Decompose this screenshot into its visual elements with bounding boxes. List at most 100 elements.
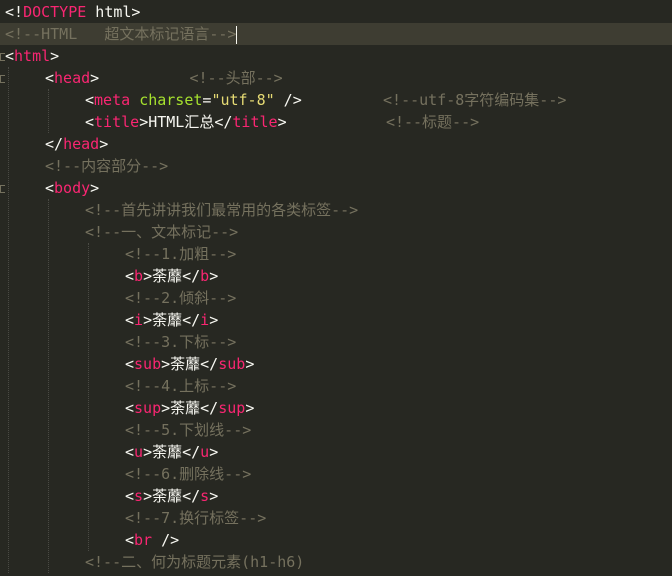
code-line-content: <s>荼蘼</s> <box>125 485 218 507</box>
code-line[interactable]: <meta charset="utf-8" /> <!--utf-8字符编码集-… <box>0 89 672 111</box>
code-line-content: <!--3.下标--> <box>125 331 236 353</box>
punctuation-token: >荼蘼</ <box>143 267 201 285</box>
code-line[interactable]: <!--内容部分--> <box>0 155 672 177</box>
code-line[interactable]: <html> <box>0 45 672 67</box>
code-line-content: <!--6.删除线--> <box>125 463 251 485</box>
code-line-content: <!--内容部分--> <box>45 155 168 177</box>
code-line[interactable]: <!--1.加粗--> <box>0 243 672 265</box>
code-line-content: <title>HTML汇总</title> <!--标题--> <box>85 111 479 133</box>
code-line[interactable]: <!--一、文本标记--> <box>0 221 672 243</box>
code-line[interactable]: <sub>荼蘼</sub> <box>0 353 672 375</box>
indent-guide <box>88 243 89 551</box>
code-line[interactable]: <u>荼蘼</u> <box>0 441 672 463</box>
punctuation-token: < <box>125 531 135 549</box>
tag-name-token: head <box>63 135 100 153</box>
comment-token: <!--2.倾斜--> <box>125 289 237 307</box>
punctuation-token: > <box>50 47 60 65</box>
comment-token: <!--1.加粗--> <box>125 245 237 263</box>
punctuation-token: > <box>209 267 219 285</box>
fold-marker-icon[interactable] <box>0 75 5 83</box>
code-line-content: <sub>荼蘼</sub> <box>125 353 254 375</box>
punctuation-token: < <box>125 443 135 461</box>
tag-name-token: u <box>134 443 144 461</box>
punctuation-token: < <box>125 399 135 417</box>
punctuation-token: > <box>209 311 219 329</box>
punctuation-token: < <box>85 91 95 109</box>
punctuation-token: < <box>125 267 135 285</box>
code-line[interactable]: <!--2.倾斜--> <box>0 287 672 309</box>
code-line[interactable]: <title>HTML汇总</title> <!--标题--> <box>0 111 672 133</box>
code-line[interactable]: <!--HTML 超文本标记语言--> <box>0 23 672 45</box>
tag-name-token: sub <box>134 355 162 373</box>
comment-token: <!--4.上标--> <box>125 377 237 395</box>
code-line[interactable]: <i>荼蘼</i> <box>0 309 672 331</box>
punctuation-token <box>287 113 386 131</box>
code-line[interactable]: <!DOCTYPE html> <box>0 1 672 23</box>
code-line-content: <body> <box>45 177 99 199</box>
code-line-content: <sup>荼蘼</sup> <box>125 397 254 419</box>
code-line[interactable]: </head> <box>0 133 672 155</box>
tag-name-token: s <box>134 487 144 505</box>
punctuation-token: > <box>277 113 287 131</box>
punctuation-token: > <box>209 487 219 505</box>
tag-name-token: title <box>232 113 278 131</box>
code-line[interactable]: <sup>荼蘼</sup> <box>0 397 672 419</box>
tag-name-token: s <box>200 487 210 505</box>
comment-token: <!--头部--> <box>189 69 283 87</box>
code-line-content: <!--一、文本标记--> <box>85 221 238 243</box>
punctuation-token: > <box>90 179 100 197</box>
code-line-content: <!--4.上标--> <box>125 375 236 397</box>
indent-guide <box>48 199 49 573</box>
punctuation-token: /> <box>274 91 302 109</box>
code-line-content: <i>荼蘼</i> <box>125 309 218 331</box>
punctuation-token: < <box>45 179 55 197</box>
comment-token: <!--标题--> <box>385 113 480 131</box>
code-line-content: <!--2.倾斜--> <box>125 287 236 309</box>
comment-token: <!--首先讲讲我们最常用的各类标签--> <box>85 201 359 219</box>
comment-token: <!--HTML 超文本标记语言--> <box>5 25 237 43</box>
punctuation-token <box>302 91 383 109</box>
punctuation-token: < <box>45 69 55 87</box>
comment-token: <!--7.换行标签--> <box>125 509 267 527</box>
code-line-content: <!--首先讲讲我们最常用的各类标签--> <box>85 199 358 221</box>
code-line[interactable]: <!--首先讲讲我们最常用的各类标签--> <box>0 199 672 221</box>
punctuation-token: >荼蘼</ <box>161 399 219 417</box>
code-line-content: <!--二、何为标题元素(h1-h6) <box>85 551 304 573</box>
code-line-content: <meta charset="utf-8" /> <!--utf-8字符编码集-… <box>85 89 566 111</box>
tag-name-token: body <box>54 179 91 197</box>
punctuation-token: html> <box>86 3 141 21</box>
string-token: "utf-8" <box>211 91 275 109</box>
punctuation-token: > <box>90 69 100 87</box>
code-line[interactable]: <!--6.删除线--> <box>0 463 672 485</box>
punctuation-token: < <box>125 355 135 373</box>
code-line[interactable]: <s>荼蘼</s> <box>0 485 672 507</box>
tag-name-token: i <box>200 311 210 329</box>
punctuation-token: < <box>5 47 15 65</box>
code-line-content: <b>荼蘼</b> <box>125 265 218 287</box>
code-editor[interactable]: <!DOCTYPE html> <!--HTML 超文本标记语言--> <html>… <box>0 0 672 576</box>
code-line-content: <!DOCTYPE html> <box>5 1 140 23</box>
punctuation-token: /> <box>152 531 180 549</box>
code-line-content: <br /> <box>125 529 179 551</box>
tag-name-token: html <box>14 47 51 65</box>
code-line[interactable]: <!--二、何为标题元素(h1-h6) <box>0 551 672 573</box>
code-line-content: <u>荼蘼</u> <box>125 441 218 463</box>
comment-token: <!--utf-8字符编码集--> <box>383 91 567 109</box>
tag-name-token: b <box>134 267 144 285</box>
code-line[interactable]: <body> <box>0 177 672 199</box>
punctuation-token: < <box>125 487 135 505</box>
punctuation-token: > <box>245 399 255 417</box>
code-line[interactable]: <!--3.下标--> <box>0 331 672 353</box>
code-line[interactable]: <!--7.换行标签--> <box>0 507 672 529</box>
punctuation-token: >荼蘼</ <box>143 311 201 329</box>
code-line[interactable]: <!--4.上标--> <box>0 375 672 397</box>
code-line[interactable]: <br /> <box>0 529 672 551</box>
comment-token: <!--3.下标--> <box>125 333 237 351</box>
code-line[interactable]: <head> <!--头部--> <box>0 67 672 89</box>
code-line[interactable]: <!--5.下划线--> <box>0 419 672 441</box>
fold-marker-icon[interactable] <box>0 185 5 193</box>
tag-name-token: sub <box>218 355 246 373</box>
code-line-content: <!--7.换行标签--> <box>125 507 266 529</box>
punctuation-token <box>99 69 189 87</box>
code-line[interactable]: <b>荼蘼</b> <box>0 265 672 287</box>
